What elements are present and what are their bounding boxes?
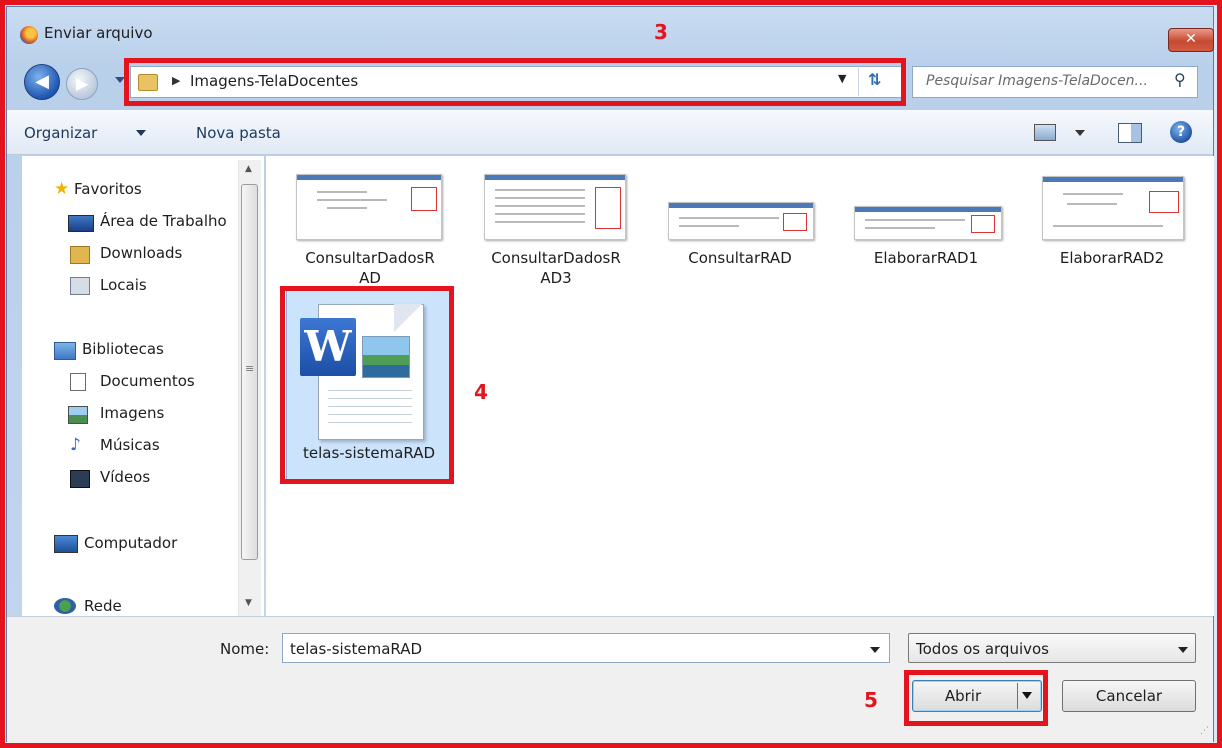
annotation-box-3 [124,58,906,106]
annotation-box-5 [904,670,1048,726]
annotation-box-4 [280,286,454,484]
annotation-label-5: 5 [864,688,878,712]
annotation-label-3: 3 [654,20,668,44]
annotation-label-4: 4 [474,380,488,404]
annotation-frame [0,0,1222,748]
